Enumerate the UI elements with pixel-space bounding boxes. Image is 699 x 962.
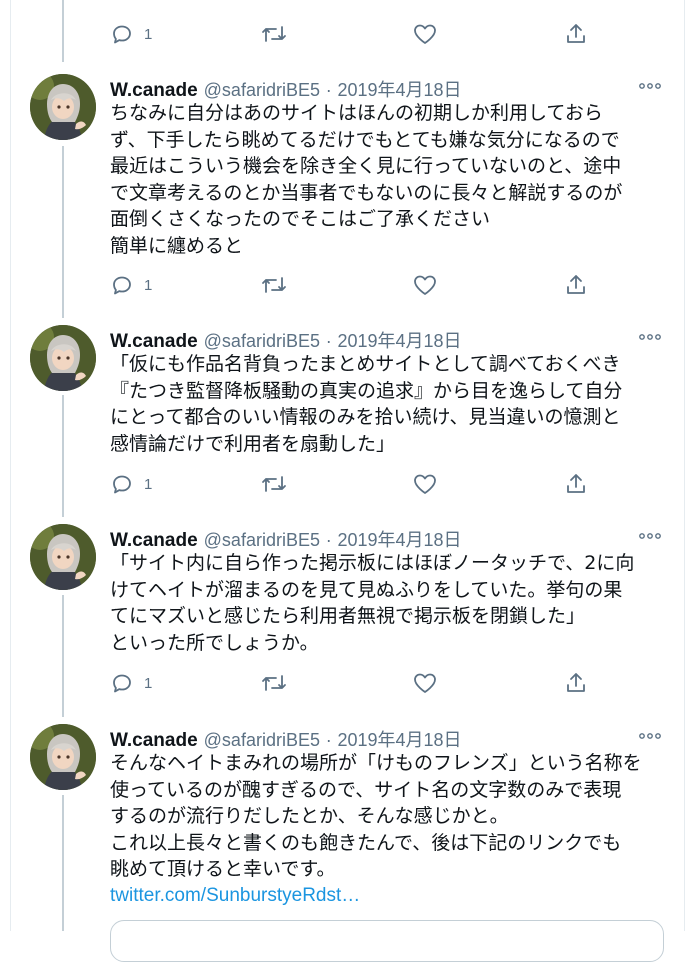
more-icon [639,533,661,539]
tweet-text: ちなみに自分はあのサイトはほんの初期しか利用しておら ず、下手したら眺めてるだけ… [110,102,623,257]
reply-icon [113,674,131,693]
share-icon [567,275,585,294]
reply-icon [113,25,131,44]
link-card[interactable] [110,920,664,962]
tweet-text: 「サイト内に自ら作った掲示板にはほぼノータッチで、2に向 けてヘイトが溜まるのを… [110,552,635,654]
reply-count: 1 [144,276,153,294]
tweet-text: そんなヘイトまみれの場所が「けものフレンズ」という名称を 使っているのが醜すぎる… [110,752,642,880]
retweet-button[interactable] [260,22,288,46]
separator: · [325,530,332,550]
share-icon [567,673,585,692]
separator: · [325,730,332,750]
retweet-button[interactable] [260,671,288,695]
tweet-date[interactable]: 2019年4月18日 [337,80,461,100]
heart-icon [414,275,436,295]
more-icon [639,733,661,739]
like-button[interactable] [412,671,438,695]
more-button[interactable] [638,78,662,98]
share-button[interactable] [564,273,588,297]
tweet-header: W.canade @safaridriBE5 · 2019年4月18日 [110,327,462,353]
tweet-date[interactable]: 2019年4月18日 [337,331,461,351]
avatar[interactable] [30,74,96,140]
tweet-actions: 1 [0,273,699,303]
more-button[interactable] [638,329,662,349]
reply-icon [113,276,131,295]
more-icon [639,83,661,89]
tweet-actions: 1 [0,472,699,502]
thread-connector-line [62,795,64,931]
share-icon [567,474,585,493]
like-button[interactable] [412,273,438,297]
reply-count: 1 [144,25,153,43]
separator: · [325,80,332,100]
author-handle[interactable]: @safaridriBE5 [204,331,320,351]
retweet-icon [262,476,286,492]
avatar-image [30,724,96,790]
avatar-image [30,325,96,391]
reply-button[interactable]: 1 [110,671,152,695]
tweet-date[interactable]: 2019年4月18日 [337,530,461,550]
retweet-button[interactable] [260,472,288,496]
avatar[interactable] [30,524,96,590]
heart-icon [414,474,436,494]
reply-count: 1 [144,475,153,493]
share-icon [567,24,585,43]
tweet-header: W.canade @safaridriBE5 · 2019年4月18日 [110,526,462,552]
tweet-date[interactable]: 2019年4月18日 [337,730,461,750]
author-handle[interactable]: @safaridriBE5 [204,80,320,100]
reply-button[interactable]: 1 [110,273,152,297]
heart-icon [414,24,436,44]
tweet-header: W.canade @safaridriBE5 · 2019年4月18日 [110,76,462,102]
retweet-button[interactable] [260,273,288,297]
tweet-text: 「仮にも作品名背負ったまとめサイトとして調べておくべき 『たつき監督降板騒動の真… [110,353,623,455]
author-name[interactable]: W.canade [110,331,198,352]
more-button[interactable] [638,728,662,748]
more-icon [639,334,661,340]
share-button[interactable] [564,22,588,46]
reply-icon [113,475,131,494]
more-button[interactable] [638,528,662,548]
tweet-header: W.canade @safaridriBE5 · 2019年4月18日 [110,726,462,752]
retweet-icon [262,675,286,691]
author-handle[interactable]: @safaridriBE5 [204,730,320,750]
separator: · [325,331,332,351]
tweet-actions: 1 [0,22,699,52]
avatar-image [30,524,96,590]
avatar[interactable] [30,325,96,391]
tweet-actions: 1 [0,671,699,701]
tweet-link[interactable]: twitter.com/SunburstyeRdst… [110,883,670,910]
avatar[interactable] [30,724,96,790]
share-button[interactable] [564,472,588,496]
author-name[interactable]: W.canade [110,530,198,551]
retweet-icon [262,277,286,293]
author-name[interactable]: W.canade [110,730,198,751]
like-button[interactable] [412,22,438,46]
heart-icon [414,673,436,693]
retweet-icon [262,26,286,42]
share-button[interactable] [564,671,588,695]
reply-count: 1 [144,674,153,692]
author-handle[interactable]: @safaridriBE5 [204,530,320,550]
reply-button[interactable]: 1 [110,472,152,496]
like-button[interactable] [412,472,438,496]
reply-button[interactable]: 1 [110,22,152,46]
avatar-image [30,74,96,140]
author-name[interactable]: W.canade [110,80,198,101]
